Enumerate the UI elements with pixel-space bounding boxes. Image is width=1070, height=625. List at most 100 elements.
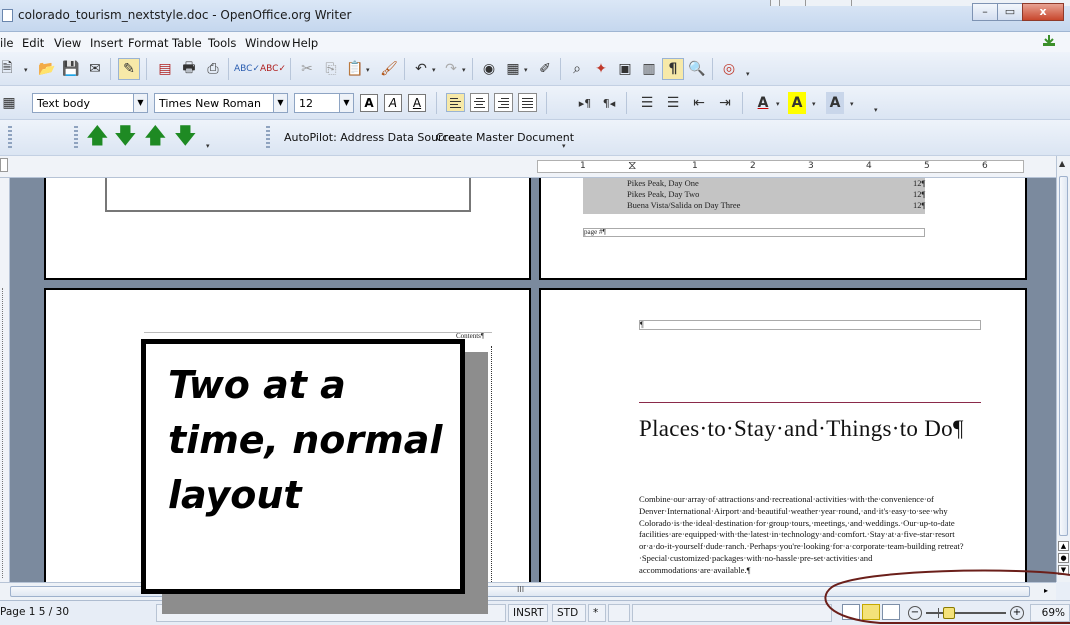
autopilot-address-button[interactable]: AutoPilot: Address Data Source <box>284 131 455 144</box>
align-center-icon[interactable] <box>470 93 489 112</box>
autospellcheck-icon[interactable]: ABC✓ <box>260 58 286 80</box>
arrow-up-icon[interactable]: 🡅 <box>144 126 167 148</box>
align-right-icon[interactable] <box>494 93 513 112</box>
draw-functions-icon[interactable]: ✐ <box>534 58 556 80</box>
toolbar-grip[interactable] <box>8 126 12 148</box>
gallery-icon[interactable]: ▣ <box>614 58 636 80</box>
arrow-down-icon[interactable]: 🡇 <box>174 126 197 148</box>
create-master-document-button[interactable]: Create Master Document <box>436 131 574 144</box>
menu-view[interactable]: View <box>54 36 81 50</box>
paragraph-style-combo[interactable]: Text body ▼ <box>32 93 148 113</box>
toolbar-grip[interactable] <box>74 126 78 148</box>
menu-window[interactable]: Window <box>245 36 290 50</box>
print-preview-icon[interactable]: ⎙ <box>202 58 224 80</box>
chevron-down-icon[interactable]: ▼ <box>339 94 353 112</box>
scrollbar-thumb[interactable] <box>1059 176 1068 536</box>
open-folder-icon[interactable]: 📂 <box>36 58 58 80</box>
numbering-icon[interactable]: ☰ <box>636 92 658 114</box>
vertical-scrollbar[interactable]: ▲ ▲ ● ▼ <box>1056 156 1070 582</box>
print-icon[interactable]: 🖶 <box>178 58 200 80</box>
font-name-combo[interactable]: Times New Roman ▼ <box>154 93 288 113</box>
find-replace-icon[interactable]: ⌕ <box>566 58 588 80</box>
scroll-right-icon[interactable]: ▸ <box>1044 586 1048 595</box>
menu-file[interactable]: ile <box>0 36 13 50</box>
font-color-dropdown-icon[interactable]: ▾ <box>776 100 786 108</box>
highlight-dropdown-icon[interactable]: ▾ <box>812 100 822 108</box>
toolbar-options-icon[interactable]: ▾ <box>874 106 884 114</box>
navigator-compass-icon[interactable]: ✦ <box>590 58 612 80</box>
maximize-button[interactable]: ▭ <box>997 3 1023 21</box>
background-color-icon[interactable]: A <box>826 92 844 114</box>
table-dropdown-icon[interactable]: ▾ <box>524 66 534 74</box>
vertical-ruler[interactable] <box>0 178 10 582</box>
digital-signature-cell[interactable] <box>608 604 630 622</box>
multi-page-view-icon[interactable] <box>862 604 880 620</box>
help-icon[interactable]: ◎ <box>718 58 740 80</box>
selection-mode[interactable]: STD <box>552 604 586 622</box>
undo-icon[interactable]: ↶ <box>410 58 432 80</box>
zoom-slider-thumb[interactable] <box>943 607 955 619</box>
italic-icon[interactable]: A <box>384 94 402 112</box>
toolbar-options-icon[interactable]: ▾ <box>562 142 572 150</box>
menu-help[interactable]: Help <box>292 36 318 50</box>
redo-icon[interactable]: ↷ <box>440 58 462 80</box>
export-pdf-icon[interactable]: ▤ <box>154 58 176 80</box>
tab-stop-selector[interactable] <box>0 158 8 172</box>
justify-icon[interactable] <box>518 93 537 112</box>
minimize-button[interactable]: – <box>972 3 998 21</box>
copy-icon[interactable]: ⎘ <box>320 58 342 80</box>
paste-icon[interactable]: 📋 <box>344 58 366 80</box>
menu-table[interactable]: Table <box>172 36 202 50</box>
zoom-level[interactable]: 69% <box>1030 604 1070 622</box>
indent-marker-icon[interactable]: ⧖ <box>628 158 636 173</box>
clone-formatting-icon[interactable]: 🖌 <box>378 58 400 80</box>
rtl-text-icon[interactable]: ¶◂ <box>598 92 620 114</box>
ltr-text-icon[interactable]: ▸¶ <box>574 92 596 114</box>
increase-indent-icon[interactable]: ⇥ <box>714 92 736 114</box>
zoom-icon[interactable]: 🔍 <box>686 58 708 80</box>
scroll-up-icon[interactable]: ▲ <box>1059 159 1065 168</box>
arrow-down-icon[interactable]: 🡇 <box>114 126 137 148</box>
cut-icon[interactable]: ✂ <box>296 58 318 80</box>
arrow-up-icon[interactable]: 🡅 <box>86 126 109 148</box>
background-color-dropdown-icon[interactable]: ▾ <box>850 100 860 108</box>
spellcheck-icon[interactable]: ABC✓ <box>234 58 260 80</box>
decrease-indent-icon[interactable]: ⇤ <box>688 92 710 114</box>
update-download-icon[interactable] <box>1042 35 1056 47</box>
edit-file-icon[interactable]: ✎ <box>118 58 140 80</box>
toolbar-options-icon[interactable]: ▾ <box>746 70 756 78</box>
chevron-down-icon[interactable]: ▼ <box>133 94 147 112</box>
data-sources-icon[interactable]: ▥ <box>638 58 660 80</box>
zoom-slider[interactable] <box>926 607 1006 619</box>
align-left-icon[interactable] <box>446 93 465 112</box>
close-button[interactable]: x <box>1022 3 1064 21</box>
email-icon[interactable]: ✉ <box>84 58 106 80</box>
next-page-icon[interactable]: ▼ <box>1058 565 1069 575</box>
toolbar-options-icon[interactable]: ▾ <box>206 142 216 150</box>
horizontal-ruler[interactable]: 1 ⧖ 1 2 3 4 5 6 <box>537 158 1024 173</box>
table-icon[interactable]: ▦ <box>502 58 524 80</box>
book-view-icon[interactable] <box>882 604 900 620</box>
bold-icon[interactable]: A <box>360 94 378 112</box>
formatting-marks-icon[interactable]: ¶ <box>662 58 684 80</box>
single-page-view-icon[interactable] <box>842 604 860 620</box>
toolbar-grip[interactable] <box>266 126 270 148</box>
zoom-out-icon[interactable]: − <box>908 606 922 620</box>
underline-icon[interactable]: A <box>408 94 426 112</box>
insert-mode[interactable]: INSRT <box>508 604 548 622</box>
highlight-icon[interactable]: A <box>788 92 806 114</box>
redo-dropdown-icon[interactable]: ▾ <box>462 66 472 74</box>
page-indicator[interactable]: Page 1 5 / 30 <box>0 604 152 622</box>
zoom-in-icon[interactable]: + <box>1010 606 1024 620</box>
menu-edit[interactable]: Edit <box>22 36 44 50</box>
new-dropdown-icon[interactable]: ▾ <box>24 66 34 74</box>
menu-format[interactable]: Format <box>128 36 169 50</box>
new-document-icon[interactable]: 🗎 <box>0 58 18 80</box>
body-paragraph[interactable]: Combine·our·array·of·attractions·and·rec… <box>639 494 984 577</box>
paste-dropdown-icon[interactable]: ▾ <box>366 66 376 74</box>
font-size-combo[interactable]: 12 ▼ <box>294 93 354 113</box>
navigator-icon[interactable]: ◉ <box>478 58 500 80</box>
previous-page-icon[interactable]: ▲ <box>1058 541 1069 551</box>
navigation-icon[interactable]: ● <box>1058 553 1069 563</box>
font-color-icon[interactable]: A <box>752 92 774 114</box>
